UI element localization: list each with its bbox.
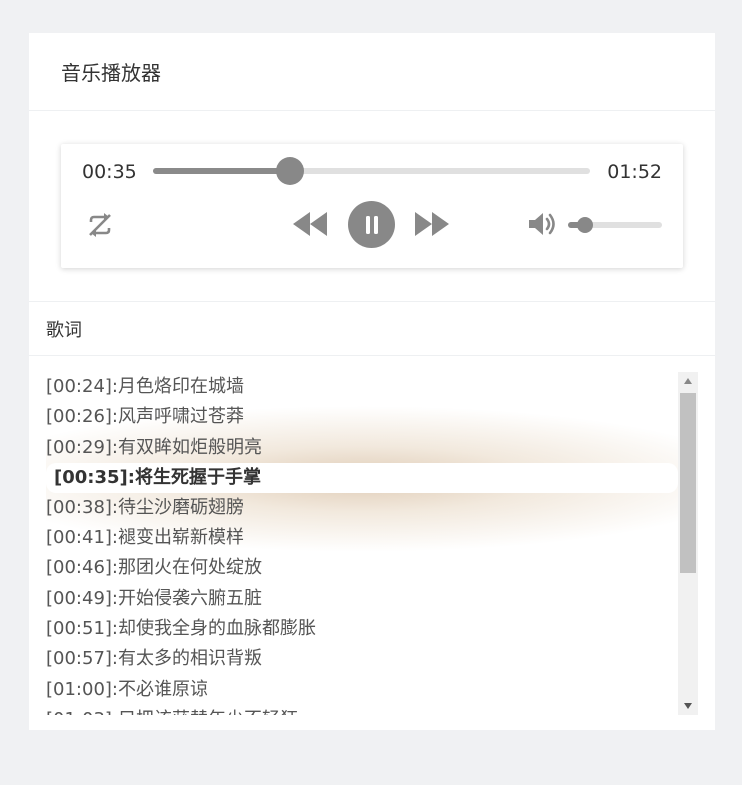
volume-slider[interactable] xyxy=(568,217,662,233)
lyric-line[interactable]: [00:38]:待尘沙磨砺翅膀 xyxy=(46,493,678,523)
lyric-line[interactable]: [00:29]:有双眸如炬般明亮 xyxy=(46,433,678,463)
lyric-line[interactable]: [00:26]:风声呼啸过苍莽 xyxy=(46,402,678,432)
next-button[interactable] xyxy=(413,209,451,239)
music-player-card: 音乐播放器 00:35 01:52 歌词 [00:24]:月色烙印在城墙 [00… xyxy=(29,33,715,730)
lyric-line[interactable]: [00:49]:开始侵袭六腑五脏 xyxy=(46,584,678,614)
loop-toggle-button[interactable] xyxy=(81,208,119,242)
progress-bar[interactable] xyxy=(153,157,590,185)
play-pause-button[interactable] xyxy=(348,201,395,248)
arrow-down-icon xyxy=(684,703,692,709)
lyric-line[interactable]: [01:00]:不必谁原谅 xyxy=(46,675,678,705)
progress-fill xyxy=(153,168,290,174)
volume-icon xyxy=(529,213,555,235)
progress-thumb[interactable] xyxy=(275,157,304,185)
current-time: 00:35 xyxy=(82,161,137,183)
lyric-line[interactable]: [00:57]:有太多的相识背叛 xyxy=(46,644,678,674)
lyrics-panel[interactable]: [00:24]:月色烙印在城墙 [00:26]:风声呼啸过苍莽 [00:29]:有双… xyxy=(46,372,698,715)
lyric-line[interactable]: [00:41]:褪变出崭新模样 xyxy=(46,523,678,553)
pause-icon xyxy=(365,215,378,234)
scrollbar-thumb[interactable] xyxy=(680,393,696,573)
lyrics-section: 歌词 [00:24]:月色烙印在城墙 [00:26]:风声呼啸过苍莽 [00:29]… xyxy=(29,301,715,730)
volume-button[interactable] xyxy=(525,208,559,240)
scroll-up-button[interactable] xyxy=(678,372,698,390)
lyrics-scrollbar[interactable] xyxy=(678,372,698,715)
lyric-line-active[interactable]: [00:35]:将生死握于手掌 xyxy=(46,462,678,493)
lyric-line[interactable]: [00:51]:却使我全身的血脉都膨胀 xyxy=(46,614,678,644)
lyrics-header: 歌词 xyxy=(29,302,715,356)
rewind-icon xyxy=(293,212,327,236)
fast-forward-icon xyxy=(415,212,449,236)
arrow-up-icon xyxy=(684,378,692,384)
volume-thumb[interactable] xyxy=(576,217,593,233)
card-header: 音乐播放器 xyxy=(29,33,715,111)
scroll-down-button[interactable] xyxy=(678,697,698,715)
lyric-list: [00:24]:月色烙印在城墙 [00:26]:风声呼啸过苍莽 [00:29]:有双… xyxy=(46,372,678,715)
lyric-line[interactable]: [00:46]:那团火在何处绽放 xyxy=(46,553,678,583)
total-time: 01:52 xyxy=(607,161,662,183)
lyric-line[interactable]: [00:24]:月色烙印在城墙 xyxy=(46,372,678,402)
lyrics-title: 歌词 xyxy=(46,319,82,341)
audio-player: 00:35 01:52 xyxy=(61,144,683,268)
card-title: 音乐播放器 xyxy=(61,61,161,85)
repeat-off-icon xyxy=(89,213,111,237)
lyric-line[interactable]: [01:03]:只把该获替年少不轻狂 xyxy=(46,705,678,715)
player-section: 00:35 01:52 xyxy=(29,112,715,301)
previous-button[interactable] xyxy=(291,209,329,239)
